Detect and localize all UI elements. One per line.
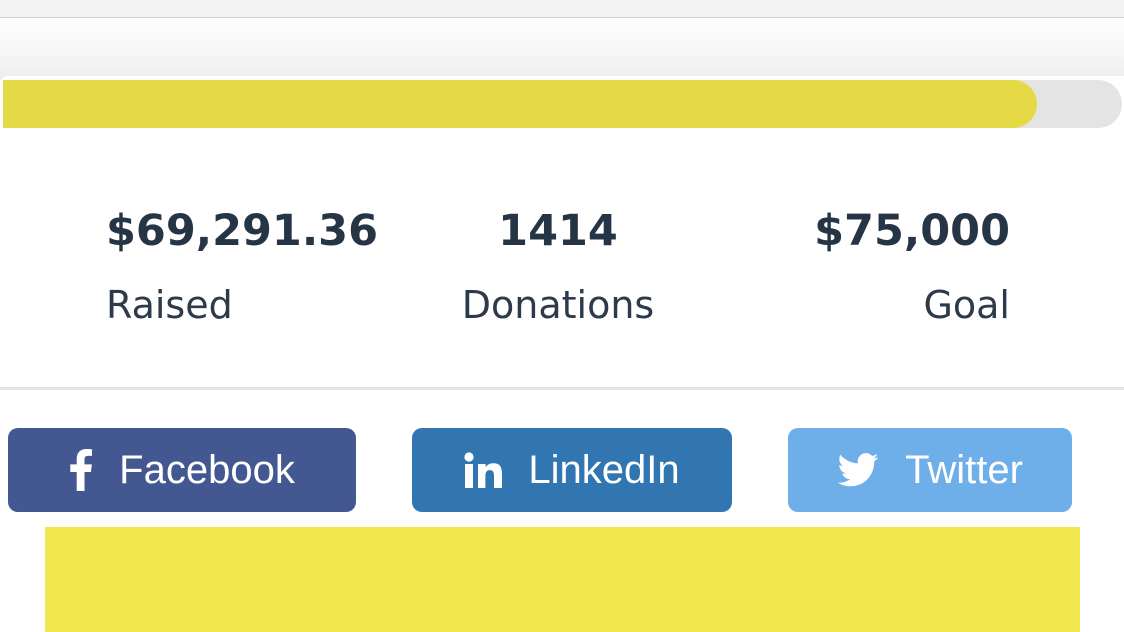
donation-page: $69,291.36 Raised 1414 Donations $75,000… [0,0,1124,632]
twitter-share-button[interactable]: Twitter [788,428,1072,512]
stat-raised: $69,291.36 Raised [106,200,378,336]
divider [0,387,1124,390]
raised-label: Raised [106,283,233,327]
donations-count: 1414 [498,206,618,256]
facebook-label: Facebook [119,448,295,492]
browser-top-strip [0,0,1124,18]
goal-amount: $75,000 [814,206,1010,256]
fundraising-progress-bar [3,80,1122,128]
twitter-label: Twitter [905,448,1023,492]
twitter-icon [837,453,879,487]
progress-fill [3,80,1037,128]
facebook-share-button[interactable]: Facebook [8,428,356,512]
linkedin-icon [464,452,503,488]
linkedin-label: LinkedIn [528,448,680,492]
facebook-icon [69,449,93,491]
header-shade [0,18,1124,80]
goal-label: Goal [923,283,1010,327]
raised-amount: $69,291.36 [106,206,379,256]
donate-banner[interactable] [45,527,1080,632]
donations-label: Donations [461,283,655,327]
stat-donations: 1414 Donations [408,200,708,336]
linkedin-share-button[interactable]: LinkedIn [412,428,732,512]
stat-goal: $75,000 Goal [814,200,1010,336]
